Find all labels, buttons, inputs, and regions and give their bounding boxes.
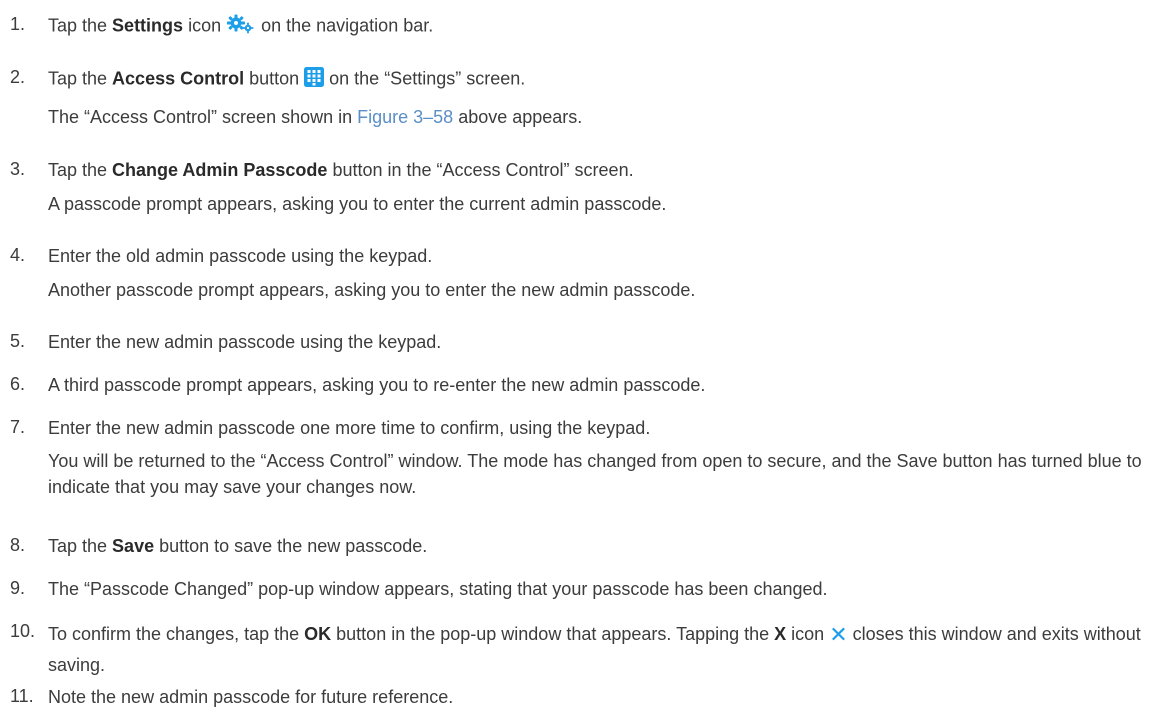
step-note: You will be returned to the “Access Cont… — [48, 451, 1142, 497]
step-number: 1. — [10, 14, 26, 34]
instructions-page: 1. Tap the Settings icon on the navigati… — [0, 0, 1170, 714]
step-number: 8. — [10, 535, 26, 555]
step-text: The “Passcode Changed” pop-up window app… — [48, 579, 828, 599]
step-number: 5. — [10, 331, 26, 351]
step-text: Enter the old admin passcode using the k… — [48, 246, 433, 266]
close-icon: ✕ — [829, 622, 848, 648]
step-number: 6. — [10, 374, 26, 394]
step-note: The “Access Control” screen shown in Fig… — [48, 107, 583, 127]
step-number: 9. — [10, 578, 26, 598]
step-number: 2. — [10, 67, 26, 87]
keypad-icon — [304, 67, 325, 92]
step-note: Another passcode prompt appears, asking … — [48, 280, 696, 300]
settings-label: Settings — [112, 15, 184, 36]
save-label: Save — [112, 536, 155, 556]
x-label: X — [774, 624, 787, 644]
access-control-label: Access Control — [112, 68, 245, 89]
gear-icon — [226, 14, 256, 39]
step-number: 11. — [10, 686, 34, 706]
step-text: Enter the new admin passcode using the k… — [48, 332, 442, 352]
step-text: Enter the new admin passcode one more ti… — [48, 418, 651, 438]
ok-label: OK — [304, 624, 332, 644]
change-admin-passcode-label: Change Admin Passcode — [112, 160, 328, 180]
step-number: 7. — [10, 417, 26, 437]
step-number: 3. — [10, 159, 26, 179]
step-text: Tap the — [48, 15, 113, 36]
step-note: A passcode prompt appears, asking you to… — [48, 194, 667, 214]
step-number: 10. — [10, 621, 36, 641]
step-text: A third passcode prompt appears, asking … — [48, 375, 706, 395]
step-text: Note the new admin passcode for future r… — [48, 687, 454, 707]
step-number: 4. — [10, 245, 26, 265]
step-text: To confirm the changes, tap the OK butto… — [48, 622, 1141, 675]
figure-link[interactable]: Figure 3–58 — [357, 107, 453, 127]
